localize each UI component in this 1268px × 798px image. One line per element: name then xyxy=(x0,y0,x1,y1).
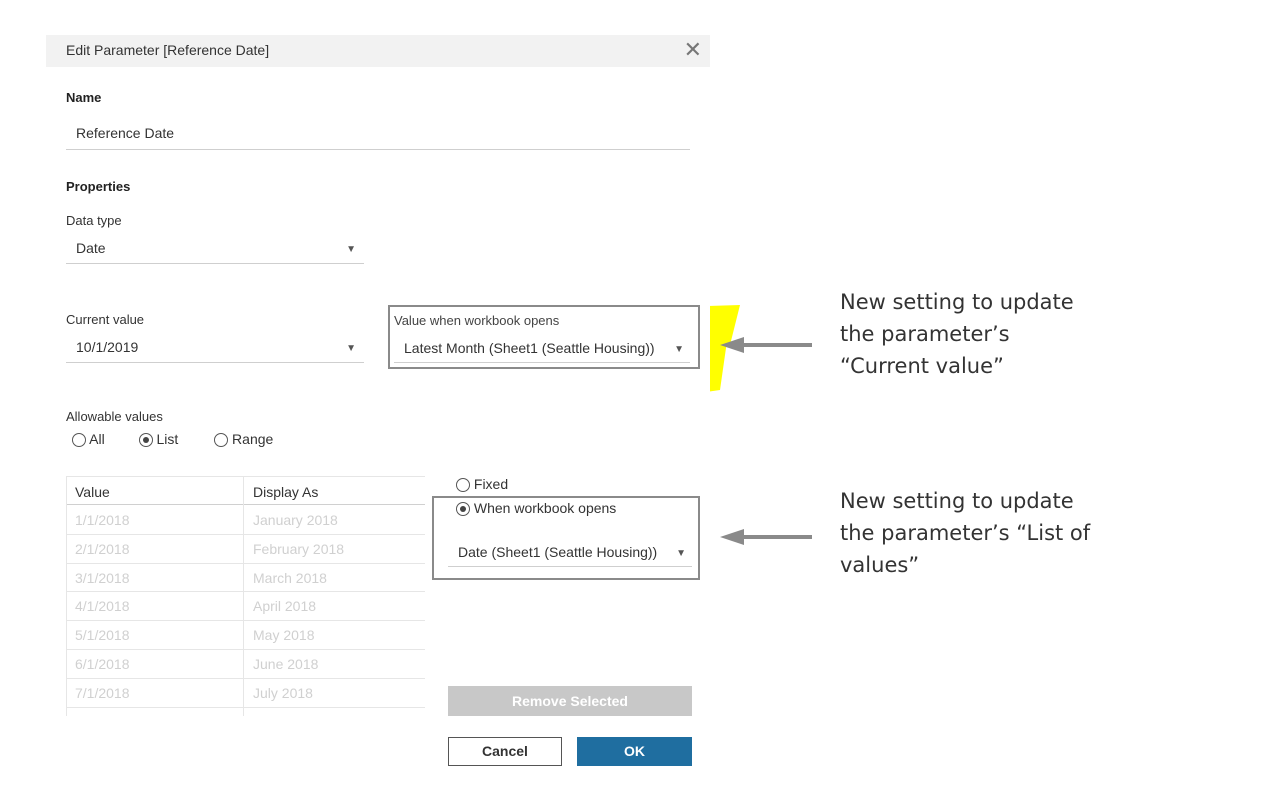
workbook-open-label: Value when workbook opens xyxy=(394,313,560,328)
close-icon[interactable]: ✕ xyxy=(684,37,702,63)
table-cell-display: April 2018 xyxy=(253,598,317,615)
table-header: Value Display As xyxy=(67,477,425,505)
dialog-titlebar: Edit Parameter [Reference Date] ✕ xyxy=(46,35,710,67)
current-value-label: Current value xyxy=(66,312,145,327)
name-label: Name xyxy=(66,90,102,105)
name-field[interactable]: Reference Date xyxy=(66,121,690,150)
data-type-label: Data type xyxy=(66,213,122,228)
ok-button[interactable]: OK xyxy=(577,737,692,766)
annotation-line: values” xyxy=(840,553,920,577)
radio-list[interactable]: List xyxy=(138,431,179,448)
dialog-title: Edit Parameter [Reference Date] xyxy=(66,42,270,58)
table-cell-value: 2/1/2018 xyxy=(75,540,130,557)
values-table[interactable]: Value Display As 1/1/2018 January 2018 2/1… xyxy=(66,476,425,716)
table-row-divider xyxy=(67,706,425,708)
table-cell-display: June 2018 xyxy=(253,656,319,672)
table-row-divider xyxy=(67,591,425,593)
callout-box-list xyxy=(432,496,700,580)
radio-fixed[interactable]: Fixed xyxy=(456,476,509,493)
col-display-header: Display As xyxy=(253,484,319,500)
annotation-current-value: New setting to update the parameter’s “C… xyxy=(840,286,1074,382)
radio-range[interactable]: Range xyxy=(214,431,274,448)
radio-list-label: List xyxy=(156,431,179,447)
current-value-field[interactable]: 10/1/2019 ▼ xyxy=(66,334,364,363)
table-cell-value: 1/1/2018 xyxy=(75,512,130,528)
table-cell-value: 5/1/2018 xyxy=(75,627,130,644)
table-row-divider xyxy=(67,562,425,564)
cancel-button[interactable]: Cancel xyxy=(448,737,562,766)
chevron-down-icon: ▼ xyxy=(674,344,684,355)
table-row-divider xyxy=(67,533,425,535)
arrow-left-icon xyxy=(720,529,812,545)
edit-parameter-dialog: Edit Parameter [Reference Date] ✕ Name R… xyxy=(46,35,710,780)
current-value: 10/1/2019 xyxy=(76,339,139,355)
properties-label: Properties xyxy=(66,179,131,194)
column-divider xyxy=(243,477,244,716)
callout-box-current-value: Value when workbook opens Latest Month (… xyxy=(388,305,700,369)
table-cell-value: 3/1/2018 xyxy=(75,569,130,586)
radio-all-label: All xyxy=(89,431,105,447)
name-value: Reference Date xyxy=(76,125,175,141)
table-cell-display: January 2018 xyxy=(253,512,338,528)
table-cell-value: 6/1/2018 xyxy=(75,656,130,672)
workbook-open-select[interactable]: Latest Month (Sheet1 (Seattle Housing)) … xyxy=(394,336,690,363)
col-value-header: Value xyxy=(75,484,110,500)
annotation-line: the parameter’s “List of xyxy=(840,521,1091,545)
table-cell-display: March 2018 xyxy=(253,569,327,586)
arrow-left-icon xyxy=(720,337,812,353)
radio-range-label: Range xyxy=(232,431,274,447)
table-cell-value: 7/1/2018 xyxy=(75,684,130,701)
chevron-down-icon: ▼ xyxy=(346,244,356,255)
annotation-list-values: New setting to update the parameter’s “L… xyxy=(840,485,1090,581)
chevron-down-icon: ▼ xyxy=(346,343,356,354)
annotation-line: the parameter’s xyxy=(840,322,1010,346)
radio-fixed-label: Fixed xyxy=(473,476,509,492)
annotation-line: “Current value” xyxy=(840,354,1004,378)
remove-selected-button[interactable]: Remove Selected xyxy=(448,686,692,716)
table-row-divider xyxy=(67,620,425,622)
allowable-values-radios: All List Range xyxy=(72,431,274,448)
workbook-open-value: Latest Month (Sheet1 (Seattle Housing)) xyxy=(404,340,655,356)
table-cell-display: May 2018 xyxy=(253,627,315,644)
data-type-select[interactable]: Date ▼ xyxy=(66,235,364,264)
annotation-line: New setting to update xyxy=(840,290,1074,314)
table-cell-display: July 2018 xyxy=(253,684,313,701)
annotation-line: New setting to update xyxy=(840,489,1074,513)
table-row-divider xyxy=(67,677,425,679)
table-cell-value: 4/1/2018 xyxy=(75,598,130,615)
table-row-divider xyxy=(67,649,425,650)
table-cell-display: February 2018 xyxy=(253,540,345,557)
radio-all[interactable]: All xyxy=(72,431,105,448)
allowable-values-label: Allowable values xyxy=(66,409,163,424)
data-type-value: Date xyxy=(76,240,106,256)
